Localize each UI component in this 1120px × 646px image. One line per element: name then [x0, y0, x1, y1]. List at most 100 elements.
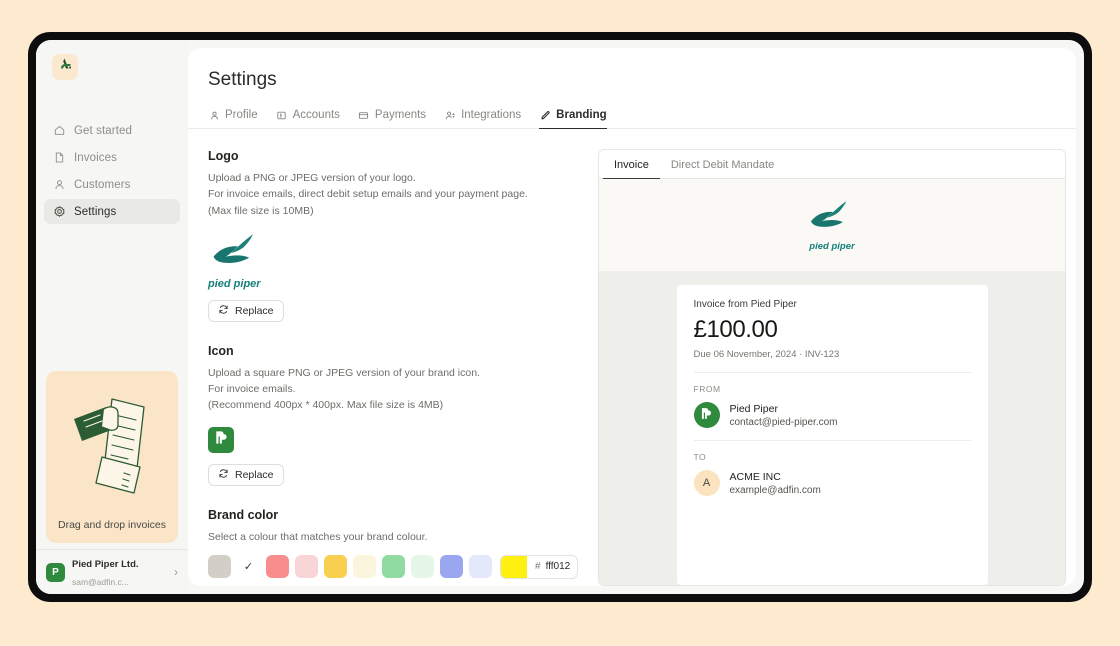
section-title: Brand color — [208, 507, 279, 522]
color-swatch[interactable] — [295, 555, 318, 579]
credit-card-icon — [358, 109, 370, 121]
pied-piper-logo-icon — [208, 234, 266, 276]
page-title: Settings — [208, 69, 277, 90]
branding-form: Logo Upload a PNG or JPEG version of you… — [188, 129, 598, 586]
main-panel: Settings Profile Accounts Payments Integ… — [188, 48, 1076, 586]
section-title: Icon — [208, 343, 234, 358]
tab-integrations[interactable]: Integrations — [444, 109, 521, 129]
color-swatch[interactable] — [382, 555, 405, 579]
pencil-icon — [539, 109, 551, 121]
avatar: A — [693, 470, 720, 496]
color-swatch[interactable] — [440, 555, 463, 579]
chevron-right-icon[interactable]: › — [174, 565, 178, 579]
sidebar-item-customers[interactable]: Customers — [44, 172, 180, 197]
brand-icon-preview — [208, 426, 234, 453]
hex-prefix: # — [535, 561, 541, 573]
pied-piper-monogram-icon — [213, 429, 230, 451]
color-swatch[interactable] — [266, 555, 289, 579]
sidebar: Get started Invoices Customers Settings … — [36, 40, 188, 594]
branding-content: Logo Upload a PNG or JPEG version of you… — [188, 129, 1076, 586]
invoice-to-label: TO — [693, 452, 707, 462]
avatar: P — [46, 562, 65, 582]
dropzone-label: Drag and drop invoices — [58, 519, 166, 531]
sidebar-item-get-started[interactable]: Get started — [44, 118, 180, 143]
section-description: Upload a PNG or JPEG version of your log… — [208, 172, 528, 217]
divider — [693, 440, 971, 441]
app-logo[interactable] — [52, 54, 78, 80]
device-frame: Get started Invoices Customers Settings … — [28, 32, 1092, 602]
refresh-icon — [218, 304, 229, 318]
invoice-to-party: A ACME INC example@adfin.com — [693, 470, 971, 496]
sidebar-nav: Get started Invoices Customers Settings — [36, 118, 188, 226]
tab-branding[interactable]: Branding — [539, 109, 607, 129]
color-swatch[interactable] — [411, 555, 434, 579]
replace-logo-button[interactable]: Replace — [208, 299, 284, 322]
icon-section: Icon Upload a square PNG or JPEG version… — [208, 344, 578, 486]
invoice-from-label: FROM — [693, 384, 721, 394]
replace-icon-label: Replace — [235, 468, 274, 481]
preview-logo: pied piper — [806, 199, 858, 252]
sidebar-item-invoices[interactable]: Invoices — [44, 145, 180, 170]
tab-label: Integrations — [461, 109, 522, 121]
color-swatch[interactable] — [208, 555, 231, 579]
preview-tabs: Invoice Direct Debit Mandate — [599, 150, 1065, 179]
section-title: Logo — [208, 149, 239, 163]
pied-piper-monogram-icon — [699, 406, 714, 424]
preview-tab-invoice[interactable]: Invoice — [603, 150, 660, 179]
invoice-from-party: Pied Piper contact@pied-piper.com — [693, 402, 971, 428]
preview-tab-direct-debit-mandate[interactable]: Direct Debit Mandate — [660, 150, 785, 179]
tab-label: Profile — [225, 109, 258, 121]
replace-logo-label: Replace — [235, 304, 274, 317]
drag-drop-invoices-zone[interactable]: Drag and drop invoices — [46, 371, 178, 543]
brand-color-section: Brand color Select a colour that matches… — [208, 508, 578, 579]
sidebar-item-settings[interactable]: Settings — [44, 199, 180, 224]
tab-profile[interactable]: Profile — [208, 109, 258, 129]
logo-wordmark: pied piper — [208, 277, 261, 290]
color-swatch[interactable] — [469, 555, 492, 579]
plug-icon — [444, 109, 456, 121]
invoice-due-line: Due 06 November, 2024 · INV-123 — [693, 349, 840, 360]
sidebar-item-label: Customers — [74, 178, 131, 191]
invoice-preview-card: Invoice from Pied Piper £100.00 Due 06 N… — [676, 285, 988, 585]
tab-label: Accounts — [292, 109, 340, 121]
hex-color-input[interactable]: # fff012 — [500, 554, 578, 579]
party-info: ACME INC example@adfin.com — [730, 471, 821, 496]
user-account-footer[interactable]: P Pied Piper Ltd. sam@adfin.c... › — [36, 549, 188, 594]
party-email: contact@pied-piper.com — [729, 416, 838, 428]
logo-section: Logo Upload a PNG or JPEG version of you… — [208, 149, 578, 322]
party-email: example@adfin.com — [729, 484, 821, 496]
section-description: Select a colour that matches your brand … — [208, 530, 428, 543]
party-name: Pied Piper — [729, 402, 778, 415]
hex-color-chip — [501, 555, 527, 578]
tab-accounts[interactable]: Accounts — [276, 109, 340, 129]
divider — [693, 372, 971, 373]
tab-label: Payments — [374, 109, 427, 121]
document-icon — [53, 151, 66, 164]
party-name: ACME INC — [729, 470, 781, 483]
color-swatch[interactable] — [324, 555, 347, 579]
selected-check-icon: ✓ — [243, 561, 254, 574]
pied-piper-logo-icon — [806, 200, 858, 239]
tab-label: Branding — [556, 109, 607, 121]
invoice-amount: £100.00 — [693, 316, 778, 343]
settings-tabs: Profile Accounts Payments Integrations B… — [188, 91, 1076, 129]
brand-color-swatches: ✓ # fff012 — [208, 554, 578, 579]
logo-preview: pied piper — [208, 232, 578, 290]
section-description: Upload a square PNG or JPEG version of y… — [208, 366, 480, 412]
replace-icon-button[interactable]: Replace — [208, 463, 284, 486]
party-info: Pied Piper contact@pied-piper.com — [730, 403, 838, 428]
user-info: Pied Piper Ltd. sam@adfin.c... — [72, 554, 167, 590]
color-swatch[interactable] — [353, 555, 376, 579]
sidebar-item-label: Settings — [74, 205, 117, 218]
preview-body: Invoice from Pied Piper £100.00 Due 06 N… — [599, 271, 1065, 585]
sidebar-item-label: Get started — [74, 124, 132, 137]
refresh-icon — [218, 468, 229, 482]
user-name: Pied Piper Ltd. — [72, 559, 139, 570]
preview-logo-wordmark: pied piper — [809, 240, 855, 252]
gear-icon — [53, 205, 66, 218]
adfin-logo-icon — [57, 57, 74, 78]
avatar — [693, 402, 720, 428]
tab-payments[interactable]: Payments — [358, 109, 426, 129]
device-screen: Get started Invoices Customers Settings … — [36, 40, 1084, 594]
hand-holding-invoices-illustration — [60, 385, 164, 512]
